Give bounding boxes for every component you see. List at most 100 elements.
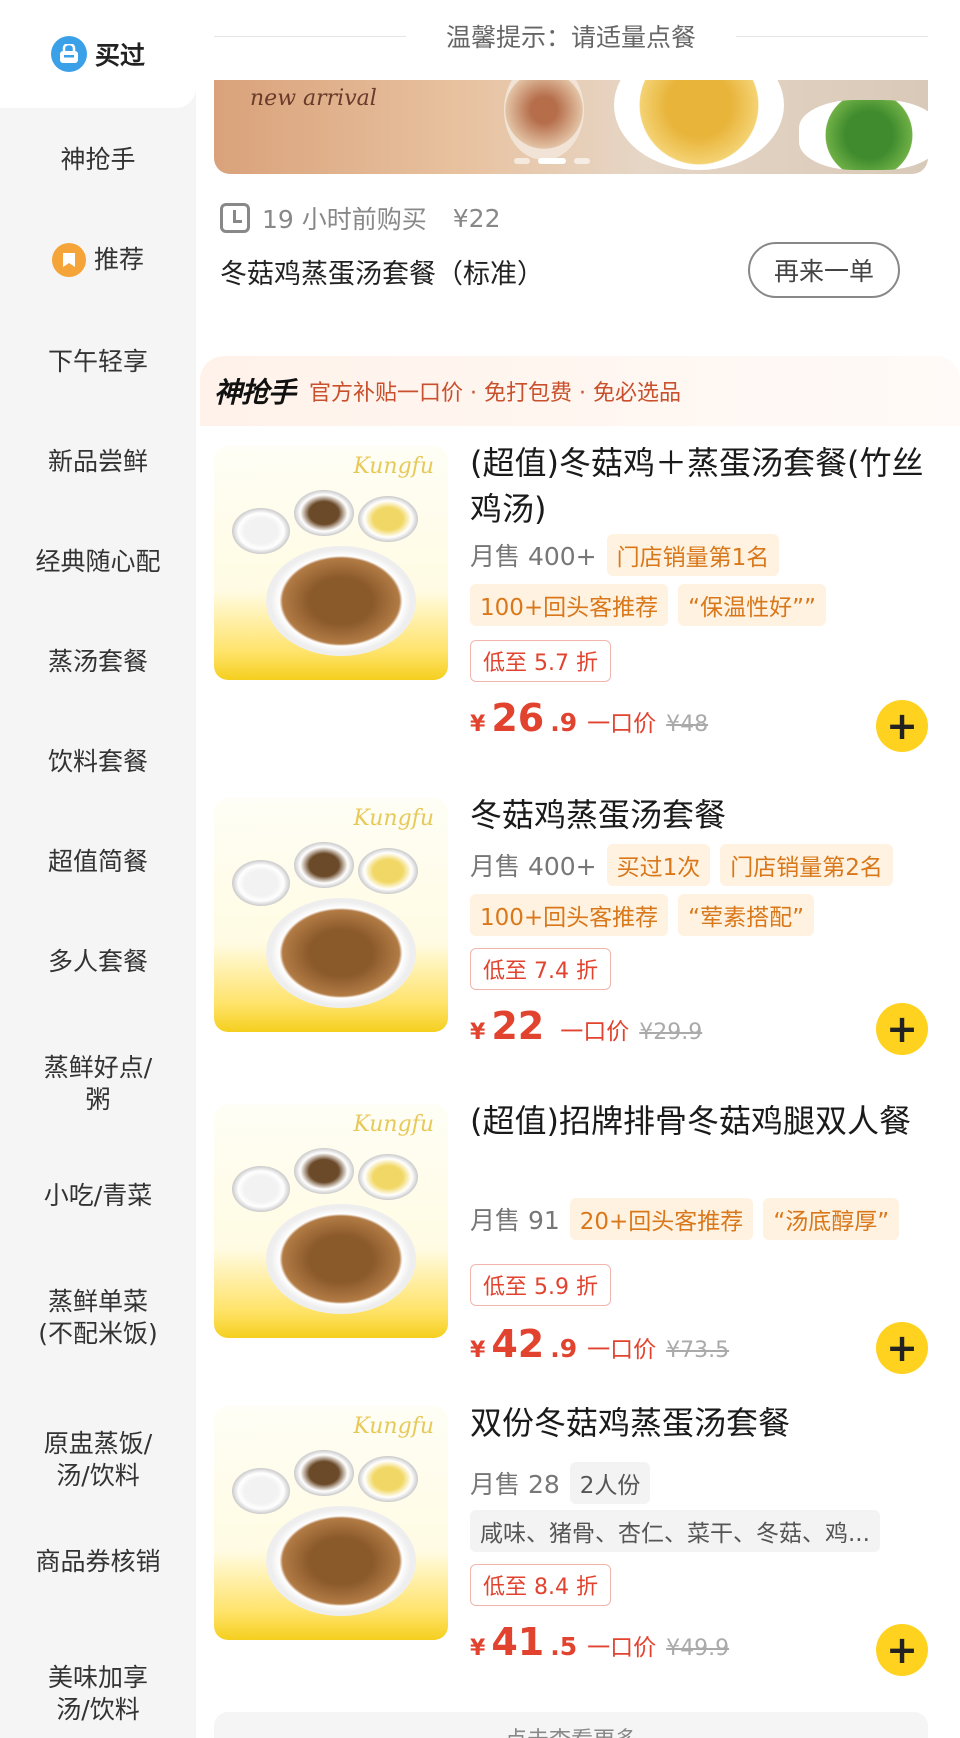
- portion-tag: 2人份: [569, 1462, 651, 1504]
- review-tag: “荤素搭配”: [678, 894, 815, 936]
- sidebar-item-snacks[interactable]: 小吃/青菜: [0, 1158, 196, 1234]
- product-image[interactable]: Kungfu: [214, 1406, 448, 1640]
- sidebar-item-value-meal[interactable]: 超值简餐: [0, 824, 196, 900]
- last-order-price: ¥22: [452, 203, 501, 233]
- view-more-button[interactable]: 点击查看更多: [214, 1712, 928, 1738]
- sidebar-item-shenqiangshou[interactable]: 神抢手: [0, 122, 196, 198]
- sidebar-item-label: 蒸鲜单菜: [47, 1286, 148, 1316]
- product-image[interactable]: Kungfu: [214, 1104, 448, 1338]
- currency-symbol: ¥: [470, 712, 486, 737]
- divider: [214, 35, 406, 37]
- rank-tag: 门店销量第2名: [720, 844, 893, 886]
- price-row: ¥41.5 一口价 ¥49.9: [470, 1620, 729, 1664]
- rank-tag: 门店销量第1名: [606, 534, 780, 576]
- banner-pagination: [514, 158, 590, 164]
- sidebar-item-rice-soup-drink[interactable]: 原盅蒸饭/ 汤/饮料: [0, 1412, 196, 1508]
- sidebar-item-recommend[interactable]: 推荐: [0, 222, 196, 298]
- sidebar-item-label: 买过: [94, 41, 145, 70]
- price-decimal: .9: [550, 1334, 578, 1363]
- product-card[interactable]: Kungfu (超值)冬菇鸡＋蒸蛋汤套餐(竹丝鸡汤) 月售 400+ 门店销量第…: [214, 444, 928, 752]
- promo-text: 官方补贴一口价 · 免打包费 · 免必选品: [309, 381, 681, 406]
- category-sidebar: 买过 神抢手 推荐 下午轻享 新品尝鲜 经典随心配 蒸汤套餐 饮料套餐 超值简餐…: [0, 0, 196, 1738]
- price-integer: 41: [491, 1620, 545, 1664]
- product-meta: 月售 400+ 买过1次 门店销量第2名: [470, 844, 893, 886]
- product-title: 双份冬菇鸡蒸蛋汤套餐: [470, 1404, 791, 1442]
- soup-bowl-image: [294, 1148, 354, 1194]
- product-card[interactable]: Kungfu 冬菇鸡蒸蛋汤套餐 月售 400+ 买过1次 门店销量第2名 100…: [214, 796, 928, 1088]
- add-to-cart-button[interactable]: +: [876, 700, 928, 752]
- plus-icon: +: [886, 1628, 918, 1672]
- add-to-cart-button[interactable]: +: [876, 1003, 928, 1055]
- sidebar-item-label: 蒸汤套餐: [47, 646, 148, 676]
- tip-text: 温馨提示：请适量点餐: [446, 23, 697, 52]
- review-tag: “保温性好””: [678, 584, 826, 626]
- product-title: (超值)招牌排骨冬菇鸡腿双人餐: [470, 1102, 911, 1140]
- product-image[interactable]: Kungfu: [214, 446, 448, 680]
- currency-symbol: ¥: [470, 1636, 486, 1661]
- price-label: 一口价: [587, 1337, 657, 1363]
- discount-badge: 低至 5.9 折: [470, 1264, 611, 1306]
- price-integer: 42: [491, 1322, 545, 1366]
- promo-banner[interactable]: new arrival: [214, 80, 928, 174]
- price-label: 一口价: [587, 711, 657, 737]
- sidebar-item-classic[interactable]: 经典随心配: [0, 524, 196, 600]
- add-to-cart-button[interactable]: +: [876, 1322, 928, 1374]
- last-order-meta: 19 小时前购买 ¥22: [220, 200, 500, 236]
- reorder-button[interactable]: 再来一单: [748, 242, 900, 298]
- order-tip: 温馨提示：请适量点餐: [214, 16, 929, 56]
- banner-food-image: [799, 100, 928, 170]
- product-tags: 咸味、猪骨、杏仁、菜干、冬菇、鸡...: [470, 1510, 880, 1552]
- sidebar-item-bought[interactable]: 买过: [0, 0, 196, 108]
- rice-bowl-image: [232, 508, 290, 554]
- sidebar-item-single-dish[interactable]: 蒸鲜单菜 (不配米饭): [0, 1270, 196, 1366]
- pagination-dot-active: [538, 158, 566, 164]
- product-meta: 月售 28 2人份: [470, 1462, 651, 1504]
- brand-watermark: Kungfu: [353, 806, 434, 831]
- bookmark-icon: [51, 243, 86, 277]
- rice-bowl-image: [232, 1468, 290, 1514]
- repeat-customer-tag: 100+回头客推荐: [470, 584, 669, 626]
- price-decimal: .5: [550, 1632, 578, 1661]
- sidebar-item-drink-set[interactable]: 饮料套餐: [0, 724, 196, 800]
- original-price: ¥73.5: [666, 1338, 730, 1363]
- price-row: ¥42.9 一口价 ¥73.5: [470, 1322, 729, 1366]
- banner-caption: new arrival: [250, 86, 377, 111]
- egg-bowl-image: [358, 1456, 418, 1502]
- sidebar-item-group-set[interactable]: 多人套餐: [0, 924, 196, 1000]
- discount-row: 低至 5.7 折: [470, 640, 611, 682]
- sidebar-item-label: 超值简餐: [47, 846, 148, 876]
- promo-header: 神抢手 官方补贴一口价 · 免打包费 · 免必选品: [200, 356, 960, 426]
- sidebar-item-label-line2: (不配米饭): [38, 1319, 158, 1348]
- original-price: ¥48: [666, 712, 709, 737]
- basket-icon: [50, 36, 87, 72]
- banner-food-image: [504, 80, 584, 160]
- sidebar-item-label: 推荐: [93, 244, 144, 274]
- product-title: 冬菇鸡蒸蛋汤套餐: [470, 796, 727, 834]
- price-row: ¥26.9 一口价 ¥48: [470, 696, 708, 740]
- sidebar-item-label: 饮料套餐: [47, 746, 148, 776]
- monthly-sales: 月售 400+: [470, 542, 597, 571]
- pagination-dot: [514, 158, 530, 164]
- add-to-cart-button[interactable]: +: [876, 1624, 928, 1676]
- sidebar-item-afternoon[interactable]: 下午轻享: [0, 324, 196, 400]
- sidebar-item-soup-set[interactable]: 蒸汤套餐: [0, 624, 196, 700]
- currency-symbol: ¥: [470, 1020, 486, 1045]
- discount-row: 低至 7.4 折: [470, 948, 611, 990]
- product-card[interactable]: Kungfu 双份冬菇鸡蒸蛋汤套餐 月售 28 2人份 咸味、猪骨、杏仁、菜干、…: [214, 1404, 928, 1696]
- product-tags: 100+回头客推荐 “荤素搭配”: [470, 894, 815, 936]
- product-card[interactable]: Kungfu (超值)招牌排骨冬菇鸡腿双人餐 月售 91 20+回头客推荐 “汤…: [214, 1102, 928, 1394]
- clock-icon: [220, 203, 250, 233]
- sidebar-item-new[interactable]: 新品尝鲜: [0, 424, 196, 500]
- sidebar-item-label: 美味加享: [47, 1662, 148, 1692]
- sidebar-item-addon[interactable]: 美味加享 汤/饮料: [0, 1646, 196, 1738]
- sidebar-item-voucher[interactable]: 商品券核销: [0, 1524, 196, 1600]
- sidebar-item-steamed-porridge[interactable]: 蒸鲜好点/ 粥: [0, 1036, 196, 1132]
- sidebar-item-label: 原盅蒸饭/: [43, 1428, 153, 1458]
- main-dish-image: [266, 898, 416, 1008]
- repeat-customer-tag: 100+回头客推荐: [470, 894, 669, 936]
- discount-row: 低至 8.4 折: [470, 1564, 611, 1606]
- sidebar-item-label: 神抢手: [60, 144, 136, 174]
- soup-bowl-image: [294, 1450, 354, 1496]
- product-image[interactable]: Kungfu: [214, 798, 448, 1032]
- discount-row: 低至 5.9 折: [470, 1264, 611, 1306]
